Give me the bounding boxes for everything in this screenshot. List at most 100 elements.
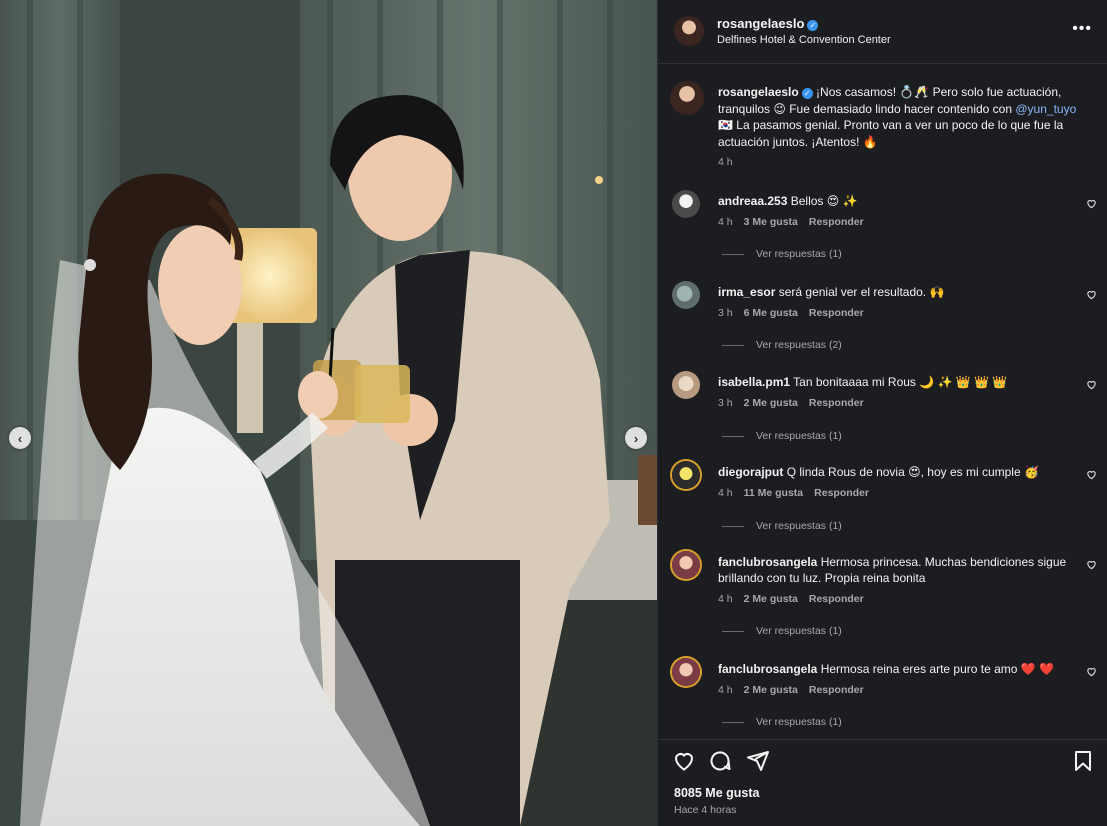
comment-text: será genial ver el resultado. 🙌 — [778, 285, 945, 299]
replies-divider — [722, 630, 744, 632]
next-photo-button[interactable]: › — [625, 427, 647, 449]
post-side-panel: rosangelaeslo ✓ Delfines Hotel & Conventi… — [657, 0, 1107, 826]
view-replies-label: Ver respuestas (1) — [756, 625, 842, 637]
comment-item: fanclubrosangela Hermosa princesa. Mucha… — [658, 549, 1107, 655]
commenter-avatar[interactable] — [672, 281, 700, 309]
comment-body: fanclubrosangela Hermosa reina eres arte… — [718, 661, 1068, 677]
verified-badge-icon: ✓ — [807, 20, 819, 31]
comment-body: isabella.pm1 Tan bonitaaaa mi Rous 🌙 ✨ 👑… — [718, 374, 1068, 390]
comment-reply-button[interactable]: Responder — [809, 216, 864, 228]
comments-scroll-area[interactable]: rosangelaeslo ✓ ¡Nos casamos! 💍🥂 Pero sol… — [658, 65, 1107, 739]
comment-meta: 4 h 11 Me gusta Responder — [718, 487, 880, 499]
comment-item: isabella.pm1 Tan bonitaaaa mi Rous 🌙 ✨ 👑… — [658, 369, 1107, 459]
likes-count[interactable]: 8085 Me gusta — [674, 786, 759, 800]
comment-text: Q linda Rous de novia 😍, hoy es mi cumpl… — [786, 465, 1039, 479]
comment-reply-button[interactable]: Responder — [809, 397, 864, 409]
comment-reply-button[interactable]: Responder — [809, 684, 864, 696]
commenter-avatar[interactable] — [672, 371, 700, 399]
commenter-avatar[interactable] — [672, 551, 700, 579]
view-replies-label: Ver respuestas (2) — [756, 339, 842, 351]
comment-time: 3 h — [718, 397, 733, 409]
view-replies-label: Ver respuestas (1) — [756, 520, 842, 532]
commenter-avatar[interactable] — [672, 658, 700, 686]
view-replies-button[interactable]: Ver respuestas (1) — [722, 716, 842, 728]
posted-time: Hace 4 horas — [674, 804, 737, 816]
replies-divider — [722, 721, 744, 723]
comment-likes[interactable]: 11 Me gusta — [744, 487, 804, 499]
comment-likes[interactable]: 2 Me gusta — [744, 593, 798, 605]
comment-meta: 4 h 2 Me gusta Responder — [718, 684, 875, 696]
comment-likes[interactable]: 2 Me gusta — [744, 684, 798, 696]
view-replies-button[interactable]: Ver respuestas (1) — [722, 248, 842, 260]
comment-like-heart-icon[interactable] — [1086, 198, 1097, 209]
comment-reply-button[interactable]: Responder — [814, 487, 869, 499]
comment-item: fanclubrosangela Hermosa reina eres arte… — [658, 656, 1107, 739]
comment-like-heart-icon[interactable] — [1086, 559, 1097, 570]
comment-username[interactable]: andreaa.253 — [718, 194, 787, 208]
view-replies-button[interactable]: Ver respuestas (1) — [722, 520, 842, 532]
share-icon[interactable] — [746, 749, 770, 773]
comment-username[interactable]: fanclubrosangela — [718, 662, 817, 676]
verified-badge-icon: ✓ — [801, 88, 813, 99]
comment-username[interactable]: diegorajput — [718, 465, 783, 479]
comment-text: Tan bonitaaaa mi Rous 🌙 ✨ 👑 👑 👑 — [793, 375, 1008, 389]
author-avatar[interactable] — [674, 16, 704, 46]
caption-author-avatar[interactable] — [670, 81, 704, 115]
replies-divider — [722, 344, 744, 346]
comment-like-heart-icon[interactable] — [1086, 289, 1097, 300]
author-username[interactable]: rosangelaeslo — [717, 16, 804, 31]
caption-time: 4 h — [718, 156, 733, 168]
chevron-left-icon: ‹ — [17, 430, 23, 446]
more-horizontal-icon: ••• — [1072, 20, 1092, 37]
comment-username[interactable]: fanclubrosangela — [718, 555, 817, 569]
post-header: rosangelaeslo ✓ Delfines Hotel & Conventi… — [658, 0, 1107, 64]
view-replies-button[interactable]: Ver respuestas (1) — [722, 625, 842, 637]
comment-reply-button[interactable]: Responder — [809, 593, 864, 605]
caption-body-end: 🇰🇷 La pasamos genial. Pronto van a ver u… — [718, 118, 1064, 149]
comment-time: 3 h — [718, 307, 733, 319]
post-actions-bar: 8085 Me gusta Hace 4 horas — [658, 739, 1107, 826]
comment-text: Bellos 😍 ✨ — [790, 194, 858, 208]
heart-icon[interactable] — [672, 749, 696, 773]
bookmark-icon[interactable] — [1071, 749, 1095, 773]
caption-username[interactable]: rosangelaeslo — [718, 85, 799, 99]
comment-text: Hermosa reina eres arte puro te amo ❤️ ❤… — [820, 662, 1055, 676]
comment-username[interactable]: isabella.pm1 — [718, 375, 790, 389]
replies-divider — [722, 253, 744, 255]
more-options-button[interactable]: ••• — [1072, 20, 1092, 38]
comment-likes[interactable]: 3 Me gusta — [744, 216, 798, 228]
view-replies-button[interactable]: Ver respuestas (1) — [722, 430, 842, 442]
comment-meta: 4 h 3 Me gusta Responder — [718, 216, 875, 228]
comment-time: 4 h — [718, 684, 733, 696]
view-replies-button[interactable]: Ver respuestas (2) — [722, 339, 842, 351]
chevron-right-icon: › — [633, 430, 639, 446]
comment-body: andreaa.253 Bellos 😍 ✨ — [718, 193, 1068, 209]
comment-reply-button[interactable]: Responder — [809, 307, 864, 319]
comment-likes[interactable]: 2 Me gusta — [744, 397, 798, 409]
comment-likes[interactable]: 6 Me gusta — [744, 307, 798, 319]
caption-text: rosangelaeslo ✓ ¡Nos casamos! 💍🥂 Pero sol… — [718, 84, 1093, 150]
caption-mention-link[interactable]: @yun_tuyo — [1015, 102, 1076, 116]
comment-meta: 4 h 2 Me gusta Responder — [718, 593, 875, 605]
view-replies-label: Ver respuestas (1) — [756, 716, 842, 728]
replies-divider — [722, 525, 744, 527]
author-username-row: rosangelaeslo ✓ — [717, 16, 819, 31]
post-photo[interactable]: ‹ › — [0, 0, 657, 826]
view-replies-label: Ver respuestas (1) — [756, 430, 842, 442]
comment-item: irma_esor será genial ver el resultado. … — [658, 279, 1107, 369]
comment-like-heart-icon[interactable] — [1086, 379, 1097, 390]
comment-username[interactable]: irma_esor — [718, 285, 775, 299]
comment-body: fanclubrosangela Hermosa princesa. Mucha… — [718, 554, 1068, 586]
comment-time: 4 h — [718, 487, 733, 499]
commenter-avatar[interactable] — [672, 461, 700, 489]
comment-like-heart-icon[interactable] — [1086, 666, 1097, 677]
wedding-photo-illustration — [0, 0, 657, 826]
view-replies-label: Ver respuestas (1) — [756, 248, 842, 260]
replies-divider — [722, 435, 744, 437]
previous-photo-button[interactable]: ‹ — [9, 427, 31, 449]
comment-item: andreaa.253 Bellos 😍 ✨ 4 h 3 Me gusta Resp… — [658, 188, 1107, 278]
post-location[interactable]: Delfines Hotel & Convention Center — [717, 34, 891, 46]
comment-icon[interactable] — [708, 749, 732, 773]
comment-like-heart-icon[interactable] — [1086, 469, 1097, 480]
commenter-avatar[interactable] — [672, 190, 700, 218]
